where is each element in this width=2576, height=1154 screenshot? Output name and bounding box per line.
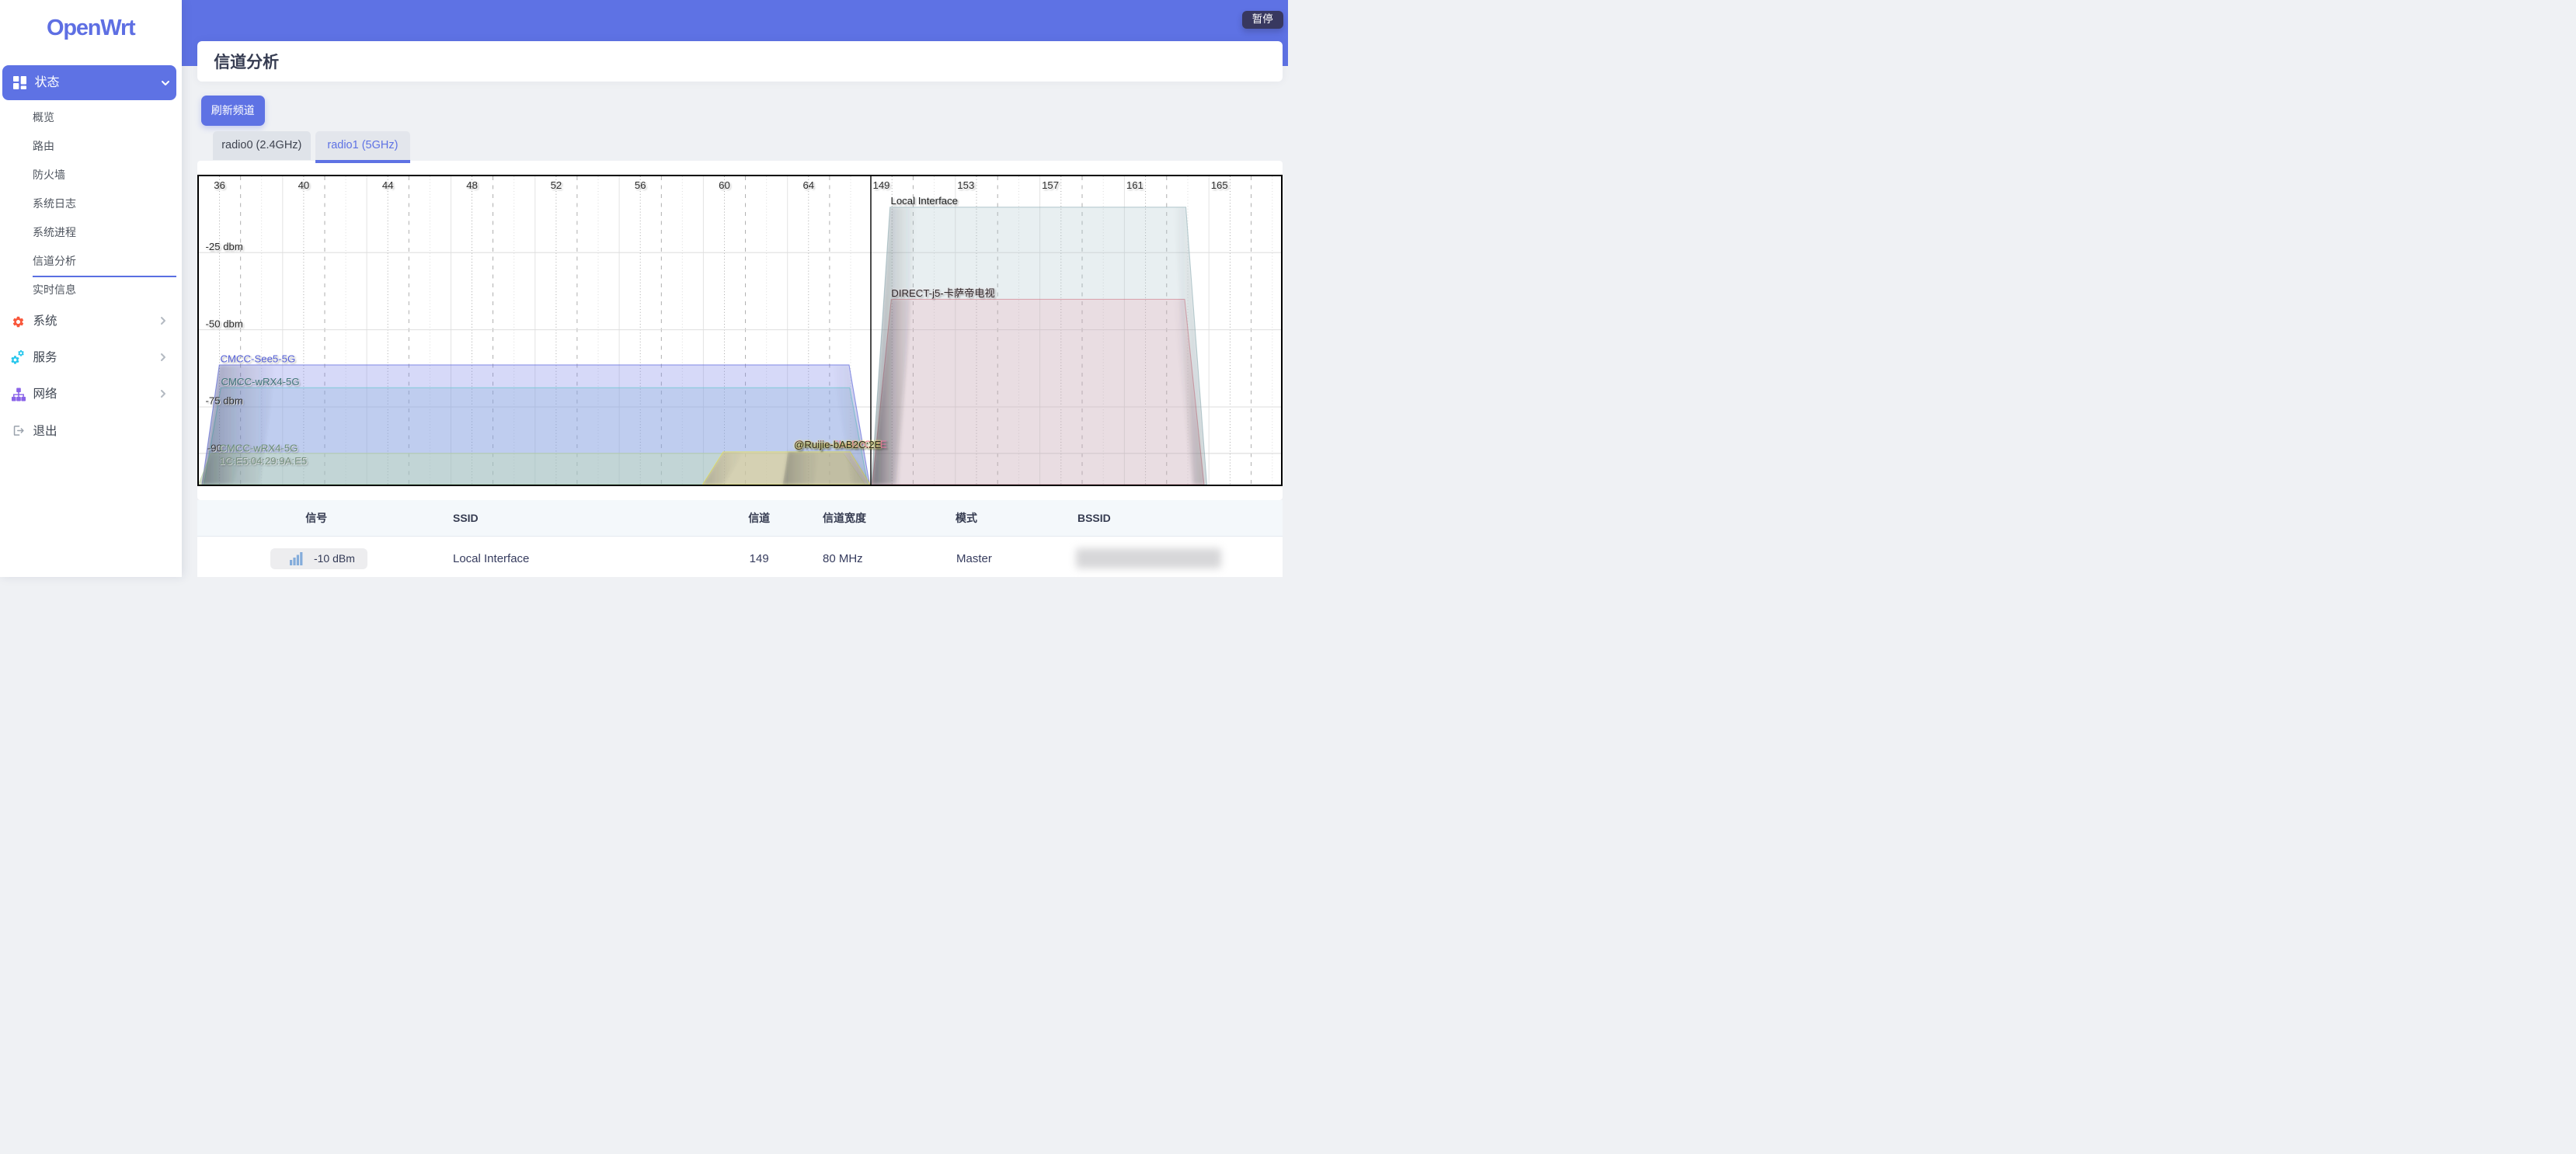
- svg-text:-75 dbm: -75 dbm: [205, 395, 242, 406]
- svg-text:48: 48: [466, 179, 478, 191]
- svg-text:-50 dbm: -50 dbm: [205, 318, 242, 329]
- svg-text:52: 52: [550, 179, 562, 191]
- svg-text:DIRECT-j5-卡萨帝电视: DIRECT-j5-卡萨帝电视: [891, 287, 994, 298]
- svg-text:CMCC-See5-5G: CMCC-See5-5G: [220, 353, 295, 364]
- svg-text:36: 36: [214, 179, 225, 191]
- svg-text:60: 60: [719, 179, 730, 191]
- svg-text:@Ruijie-bAB2C:2E: @Ruijie-bAB2C:2E: [794, 439, 882, 450]
- svg-text:64: 64: [802, 179, 814, 191]
- svg-text:Local Interface: Local Interface: [890, 194, 958, 206]
- svg-text:-25 dbm: -25 dbm: [205, 241, 242, 252]
- svg-text:CMCC-wRX4-5G: CMCC-wRX4-5G: [219, 442, 298, 454]
- svg-text:149: 149: [872, 179, 889, 191]
- svg-text:157: 157: [1042, 179, 1059, 191]
- svg-text:153: 153: [957, 179, 974, 191]
- svg-text:1C:E5:04:29:9A:E5: 1C:E5:04:29:9A:E5: [219, 455, 307, 467]
- svg-text:56: 56: [634, 179, 646, 191]
- svg-text:44: 44: [381, 179, 393, 191]
- svg-text:40: 40: [298, 179, 309, 191]
- svg-text:165: 165: [1210, 179, 1227, 191]
- svg-text:161: 161: [1126, 179, 1143, 191]
- svg-text:CMCC-wRX4-5G: CMCC-wRX4-5G: [221, 376, 299, 388]
